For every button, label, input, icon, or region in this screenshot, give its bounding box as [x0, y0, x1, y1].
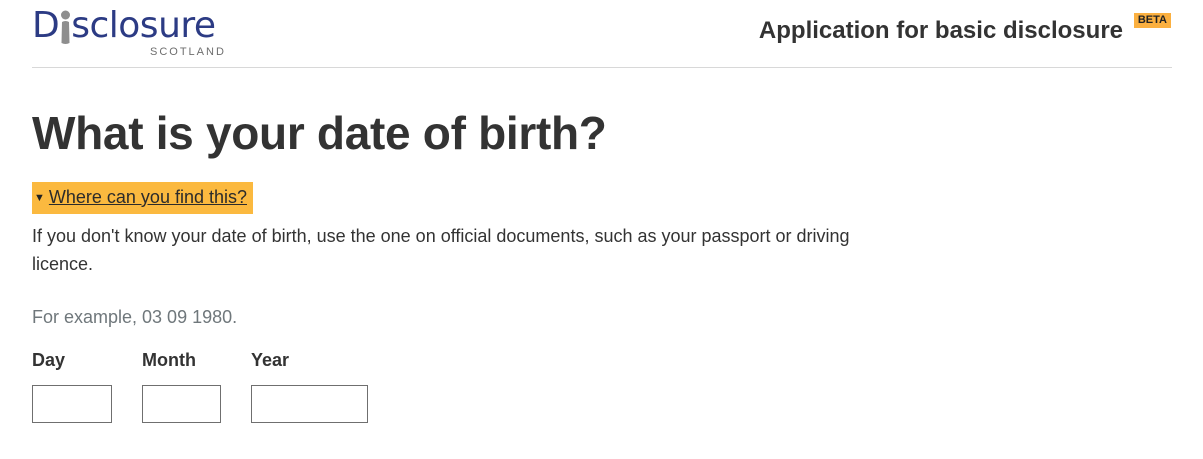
main-content: What is your date of birth? ▼ Where can y… — [32, 95, 1172, 438]
phase-badge: BETA — [1133, 13, 1171, 28]
disclosure-scotland-logo[interactable]: Dsclosure SCOTLAND — [32, 6, 232, 62]
year-item: Year — [251, 348, 368, 423]
page: Dsclosure SCOTLAND Application for basic… — [0, 0, 1203, 459]
person-figure-icon — [61, 10, 70, 44]
service-name[interactable]: Application for basic disclosure — [759, 16, 1123, 46]
month-input[interactable] — [142, 385, 221, 423]
logo-subtitle: SCOTLAND — [150, 46, 226, 58]
month-label: Month — [142, 350, 196, 370]
day-input[interactable] — [32, 385, 112, 423]
triangle-down-icon: ▼ — [34, 192, 45, 204]
details-toggle[interactable]: ▼ Where can you find this? — [32, 182, 253, 214]
page-title: What is your date of birth? — [32, 107, 607, 159]
details-body-text: If you don't know your date of birth, us… — [32, 226, 850, 274]
details-summary-text: Where can you find this? — [48, 187, 247, 207]
day-item: Day — [32, 348, 112, 423]
date-hint: For example, 03 09 1980. — [32, 307, 238, 327]
year-label: Year — [251, 350, 290, 370]
day-label: Day — [32, 350, 66, 370]
site-header: Dsclosure SCOTLAND Application for basic… — [32, 0, 1172, 68]
year-input[interactable] — [251, 385, 368, 423]
month-item: Month — [142, 348, 221, 423]
date-of-birth-fields: Day Month Year — [32, 348, 1172, 438]
